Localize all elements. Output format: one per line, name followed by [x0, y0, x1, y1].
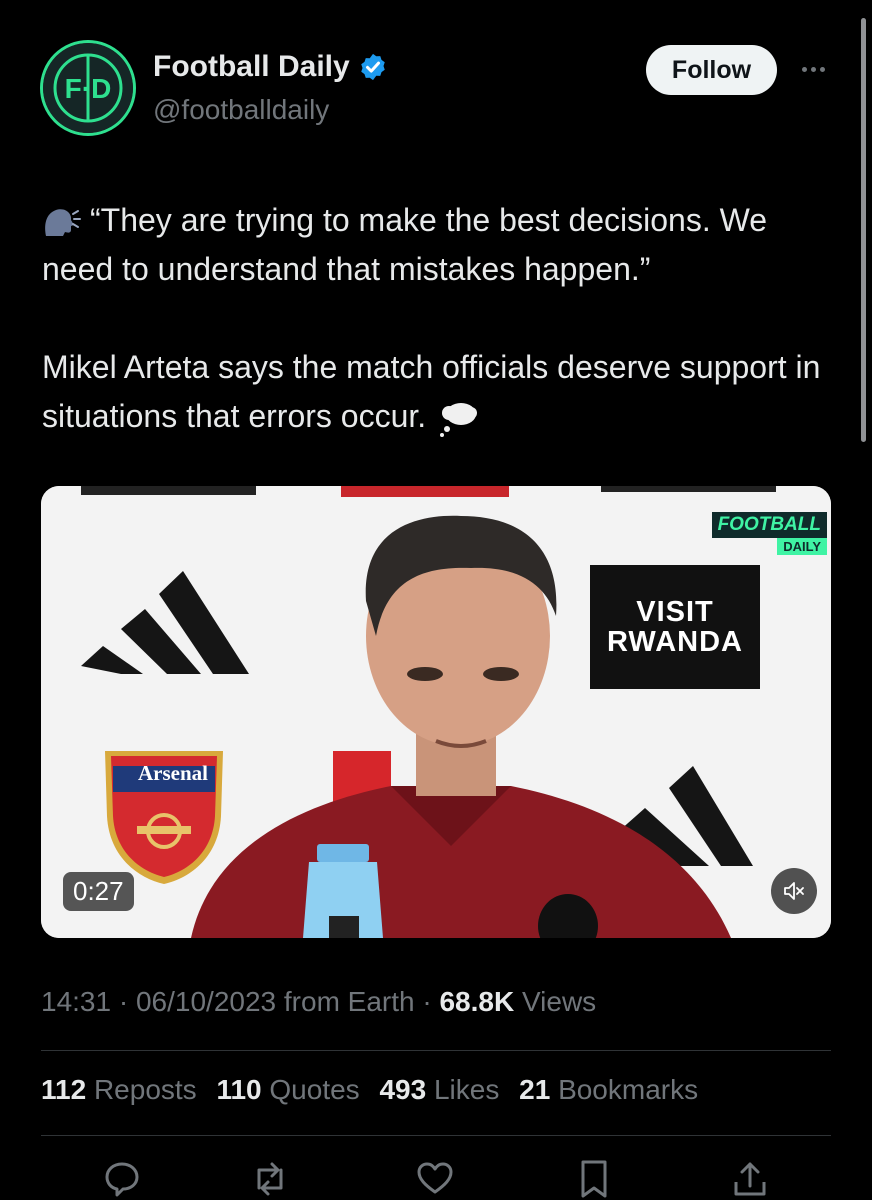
display-name[interactable]: Football Daily — [153, 50, 388, 84]
tweet-date[interactable]: 06/10/2023 — [136, 986, 276, 1017]
mute-icon[interactable] — [771, 868, 817, 914]
tweet-time[interactable]: 14:31 — [41, 986, 111, 1017]
scrollbar[interactable] — [861, 18, 866, 442]
thought-balloon-icon — [440, 402, 478, 437]
views-label: Views — [521, 986, 597, 1017]
board-line-2: RWANDA — [607, 626, 743, 658]
board-line-1: VISIT — [636, 596, 714, 628]
avatar[interactable]: F·D — [40, 40, 136, 136]
reposts-stat[interactable]: 112 Reposts — [41, 1074, 197, 1105]
tweet-text: “They are trying to make the best decisi… — [42, 196, 832, 441]
speaking-head-icon — [45, 208, 81, 236]
action-bar — [0, 1158, 872, 1200]
video-player[interactable]: FOOTBALL DAILY VISIT RWANDA Arsenal 0:27 — [41, 486, 831, 938]
bookmark-icon[interactable] — [574, 1158, 614, 1200]
video-duration: 0:27 — [63, 872, 134, 911]
more-icon[interactable] — [793, 56, 833, 82]
divider — [41, 1050, 831, 1051]
follow-button[interactable]: Follow — [646, 45, 777, 95]
engagement-stats: 112 Reposts 110 Quotes 493 Likes 21 Book… — [41, 1074, 710, 1106]
like-icon[interactable] — [415, 1158, 455, 1200]
visit-rwanda-board: VISIT RWANDA — [590, 565, 760, 689]
reply-icon[interactable] — [102, 1158, 142, 1200]
display-name-text: Football Daily — [153, 50, 350, 83]
avatar-text: F·D — [65, 73, 112, 104]
views-count: 68.8K — [439, 986, 515, 1017]
quotes-stat[interactable]: 110 Quotes — [216, 1074, 359, 1105]
tweet-description-text: Mikel Arteta says the match officials de… — [42, 349, 821, 434]
football-daily-logo: F·D — [43, 43, 133, 133]
bookmarks-stat[interactable]: 21 Bookmarks — [519, 1074, 698, 1105]
tweet-quote-text: “They are trying to make the best decisi… — [42, 202, 768, 287]
handle[interactable]: @footballdaily — [153, 94, 329, 126]
share-icon[interactable] — [730, 1158, 770, 1200]
likes-stat[interactable]: 493 Likes — [379, 1074, 499, 1105]
verified-badge-icon — [360, 53, 385, 81]
arsenal-crest-text: Arsenal — [138, 761, 208, 785]
repost-icon[interactable] — [250, 1158, 290, 1200]
divider — [41, 1135, 831, 1136]
tweet-source: from Earth — [283, 986, 415, 1017]
football-daily-watermark: FOOTBALL DAILY — [711, 512, 827, 556]
tweet-meta: 14:31 · 06/10/2023 from Earth · 68.8K Vi… — [41, 986, 597, 1017]
